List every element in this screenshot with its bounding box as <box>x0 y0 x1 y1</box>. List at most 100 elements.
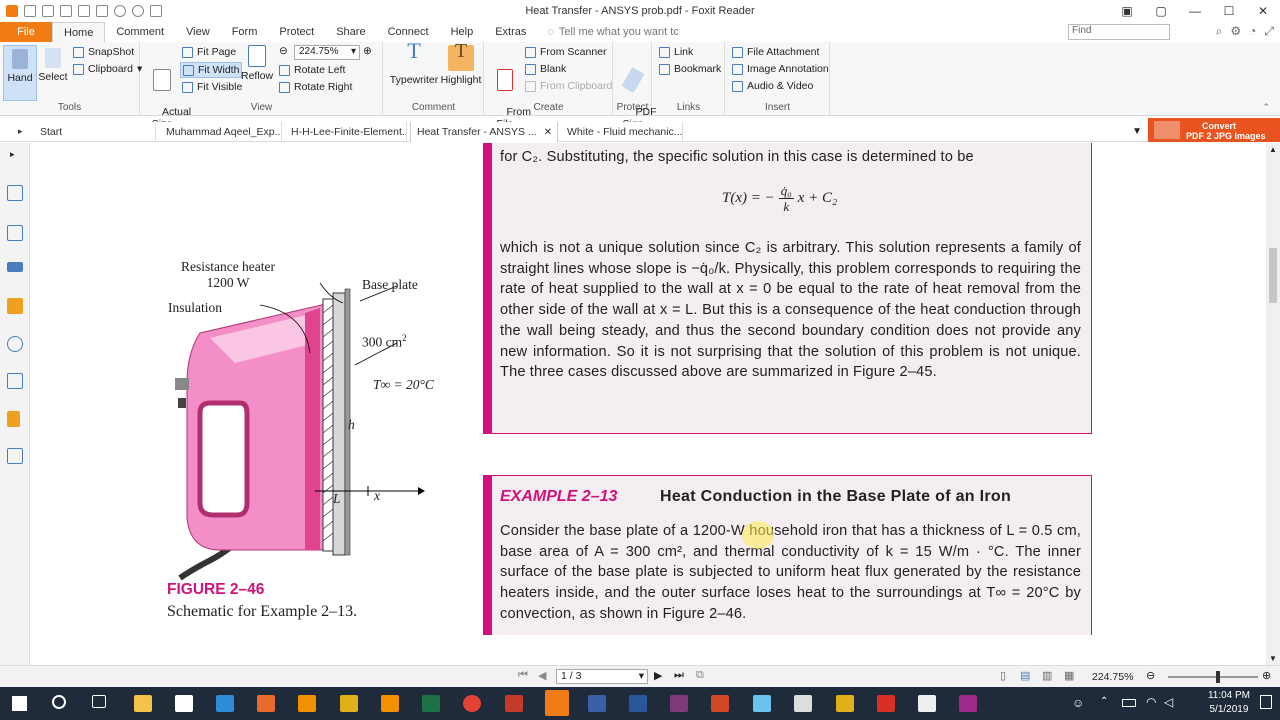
maximize-button[interactable]: ☐ <box>1212 0 1246 22</box>
hand-tool-quick-icon[interactable] <box>150 5 162 17</box>
onenote-icon[interactable] <box>670 695 688 712</box>
tab-list-chevron-icon[interactable]: ▼ <box>1132 126 1142 137</box>
zoom-in-icon[interactable]: ⊕ <box>363 45 372 57</box>
rotate-left-button[interactable]: Rotate Left <box>279 64 345 76</box>
restore-ribbon-icon[interactable]: ▣ <box>1110 0 1144 22</box>
notepad-icon[interactable] <box>753 695 771 712</box>
prev-page-icon[interactable]: ◀ <box>538 669 546 682</box>
notifications-icon[interactable] <box>1260 695 1272 709</box>
chrome-icon[interactable] <box>463 695 481 712</box>
search-icon[interactable] <box>52 695 66 709</box>
image-annotation-button[interactable]: Image Annotation <box>732 63 829 75</box>
file-menu[interactable]: File <box>0 22 52 42</box>
reflow-button[interactable]: Reflow <box>241 45 273 82</box>
menu-share[interactable]: Share <box>325 22 376 42</box>
tab-doc-4[interactable]: White - Fluid mechanic... <box>561 122 683 142</box>
attachments-panel-icon[interactable] <box>7 336 23 352</box>
vlc-2-icon[interactable] <box>381 695 399 712</box>
properties-icon[interactable] <box>78 5 90 17</box>
app-blue-icon[interactable] <box>588 695 606 712</box>
tab-doc-1[interactable]: Muhammad Aqeel_Exp... <box>160 122 282 142</box>
powerpoint-icon[interactable] <box>711 695 729 712</box>
minimize-button[interactable]: — <box>1178 0 1212 22</box>
page-number-input[interactable]: 1 / 3 ▾ <box>556 669 648 684</box>
fit-visible-button[interactable]: Fit Visible <box>182 81 242 93</box>
settings-icon[interactable]: ⚙ <box>1230 24 1241 39</box>
collapse-ribbon-icon[interactable]: ⌃ <box>1262 102 1270 113</box>
expand-icon[interactable]: ⤢ <box>1264 24 1274 39</box>
from-scanner-button[interactable]: From Scanner <box>525 46 607 58</box>
tell-me-box[interactable]: ◌ Tell me what you want tc <box>547 26 678 38</box>
tab-doc-active[interactable]: Heat Transfer - ANSYS ... ✕ <box>410 122 558 142</box>
people-icon[interactable]: ☺ <box>1072 696 1084 710</box>
redo-icon[interactable] <box>132 5 144 17</box>
facing-page-icon[interactable]: ▥ <box>1042 669 1052 682</box>
gmail-icon[interactable] <box>877 695 895 712</box>
foxit-reader-icon[interactable] <box>545 690 569 716</box>
zoom-select[interactable]: 224.75% ▾ <box>294 45 360 60</box>
copy-view-icon[interactable]: ⧉ <box>696 669 704 682</box>
fit-width-button[interactable]: Fit Width <box>180 62 243 78</box>
mail-icon[interactable] <box>175 695 193 712</box>
zoom-slider[interactable] <box>1168 671 1258 683</box>
close-tab-icon[interactable]: ✕ <box>544 127 552 138</box>
task-view-icon[interactable] <box>92 695 106 708</box>
close-button[interactable]: ✕ <box>1246 0 1280 22</box>
tab-start[interactable]: Start <box>34 122 156 142</box>
single-page-icon[interactable]: ▯ <box>1000 669 1006 682</box>
save-icon[interactable] <box>42 5 54 17</box>
excel-icon[interactable] <box>422 695 440 712</box>
layers-panel-icon[interactable] <box>7 262 23 272</box>
wifi-icon[interactable]: ◠ <box>1146 695 1156 709</box>
select-button[interactable]: Select <box>38 45 68 83</box>
comments-panel-icon[interactable] <box>7 298 23 314</box>
next-page-icon[interactable]: ▶ <box>654 669 662 682</box>
bell-icon[interactable]: ◔ <box>1249 24 1256 39</box>
battery-icon[interactable] <box>1122 699 1136 707</box>
vlc-icon[interactable] <box>298 695 316 712</box>
search-icon[interactable]: ⌕ <box>1216 24 1223 39</box>
menu-view[interactable]: View <box>175 22 221 42</box>
bookmark-button[interactable]: Bookmark <box>659 63 721 75</box>
from-clipboard-button[interactable]: From Clipboard <box>525 80 612 92</box>
menu-protect[interactable]: Protect <box>268 22 325 42</box>
blank-button[interactable]: Blank <box>525 63 566 75</box>
lock-panel-icon[interactable] <box>7 411 20 427</box>
zoom-slider-thumb[interactable] <box>1216 671 1220 683</box>
zoom-in-status-icon[interactable]: ⊕ <box>1262 669 1271 682</box>
autocad-icon[interactable] <box>340 695 358 712</box>
undo-icon[interactable] <box>114 5 126 17</box>
tray-chevron-icon[interactable]: ⌃ <box>1100 696 1108 707</box>
scroll-thumb[interactable] <box>1269 248 1277 303</box>
convert-banner[interactable]: Convert PDF 2 JPG Images <box>1148 118 1280 142</box>
audio-video-button[interactable]: Audio & Video <box>732 80 813 92</box>
zoom-out-status-icon[interactable]: ⊖ <box>1146 669 1155 682</box>
bookmarks-panel-icon[interactable] <box>7 185 23 201</box>
menu-form[interactable]: Form <box>221 22 269 42</box>
zoom-out-icon[interactable]: ⊖ <box>279 45 288 57</box>
menu-home[interactable]: Home <box>52 22 106 42</box>
help-ribbon-icon[interactable]: ▢ <box>1144 0 1178 22</box>
word-icon[interactable] <box>629 695 647 712</box>
file-attachment-button[interactable]: File Attachment <box>732 46 819 58</box>
snapshot-button[interactable]: SnapShot <box>73 46 134 58</box>
scroll-down-icon[interactable]: ▼ <box>1269 654 1277 663</box>
print-icon[interactable] <box>60 5 72 17</box>
matlab-icon[interactable] <box>505 695 523 712</box>
vertical-scrollbar[interactable]: ▲ ▼ <box>1266 143 1280 665</box>
volume-icon[interactable]: ◁ <box>1164 695 1173 709</box>
first-page-icon[interactable]: ⏮ <box>518 669 528 682</box>
expand-pane-icon[interactable]: ▸ <box>10 149 15 160</box>
menu-extras[interactable]: Extras <box>484 22 537 42</box>
menu-help[interactable]: Help <box>440 22 485 42</box>
file-explorer-icon[interactable] <box>134 695 152 712</box>
calculator-icon[interactable] <box>794 695 812 712</box>
scroll-up-icon[interactable]: ▲ <box>1269 145 1277 154</box>
rotate-right-button[interactable]: Rotate Right <box>279 81 352 93</box>
last-page-icon[interactable]: ⏭ <box>674 669 684 682</box>
link-button[interactable]: Link <box>659 46 693 58</box>
clipboard-button[interactable]: Clipboard ▾ <box>73 63 142 75</box>
continuous-page-icon[interactable]: ▤ <box>1020 669 1030 682</box>
tab-nav-icon[interactable]: ▸ <box>18 126 23 137</box>
document-view[interactable]: Resistance heater 1200 W Insulation Base… <box>40 143 1266 665</box>
